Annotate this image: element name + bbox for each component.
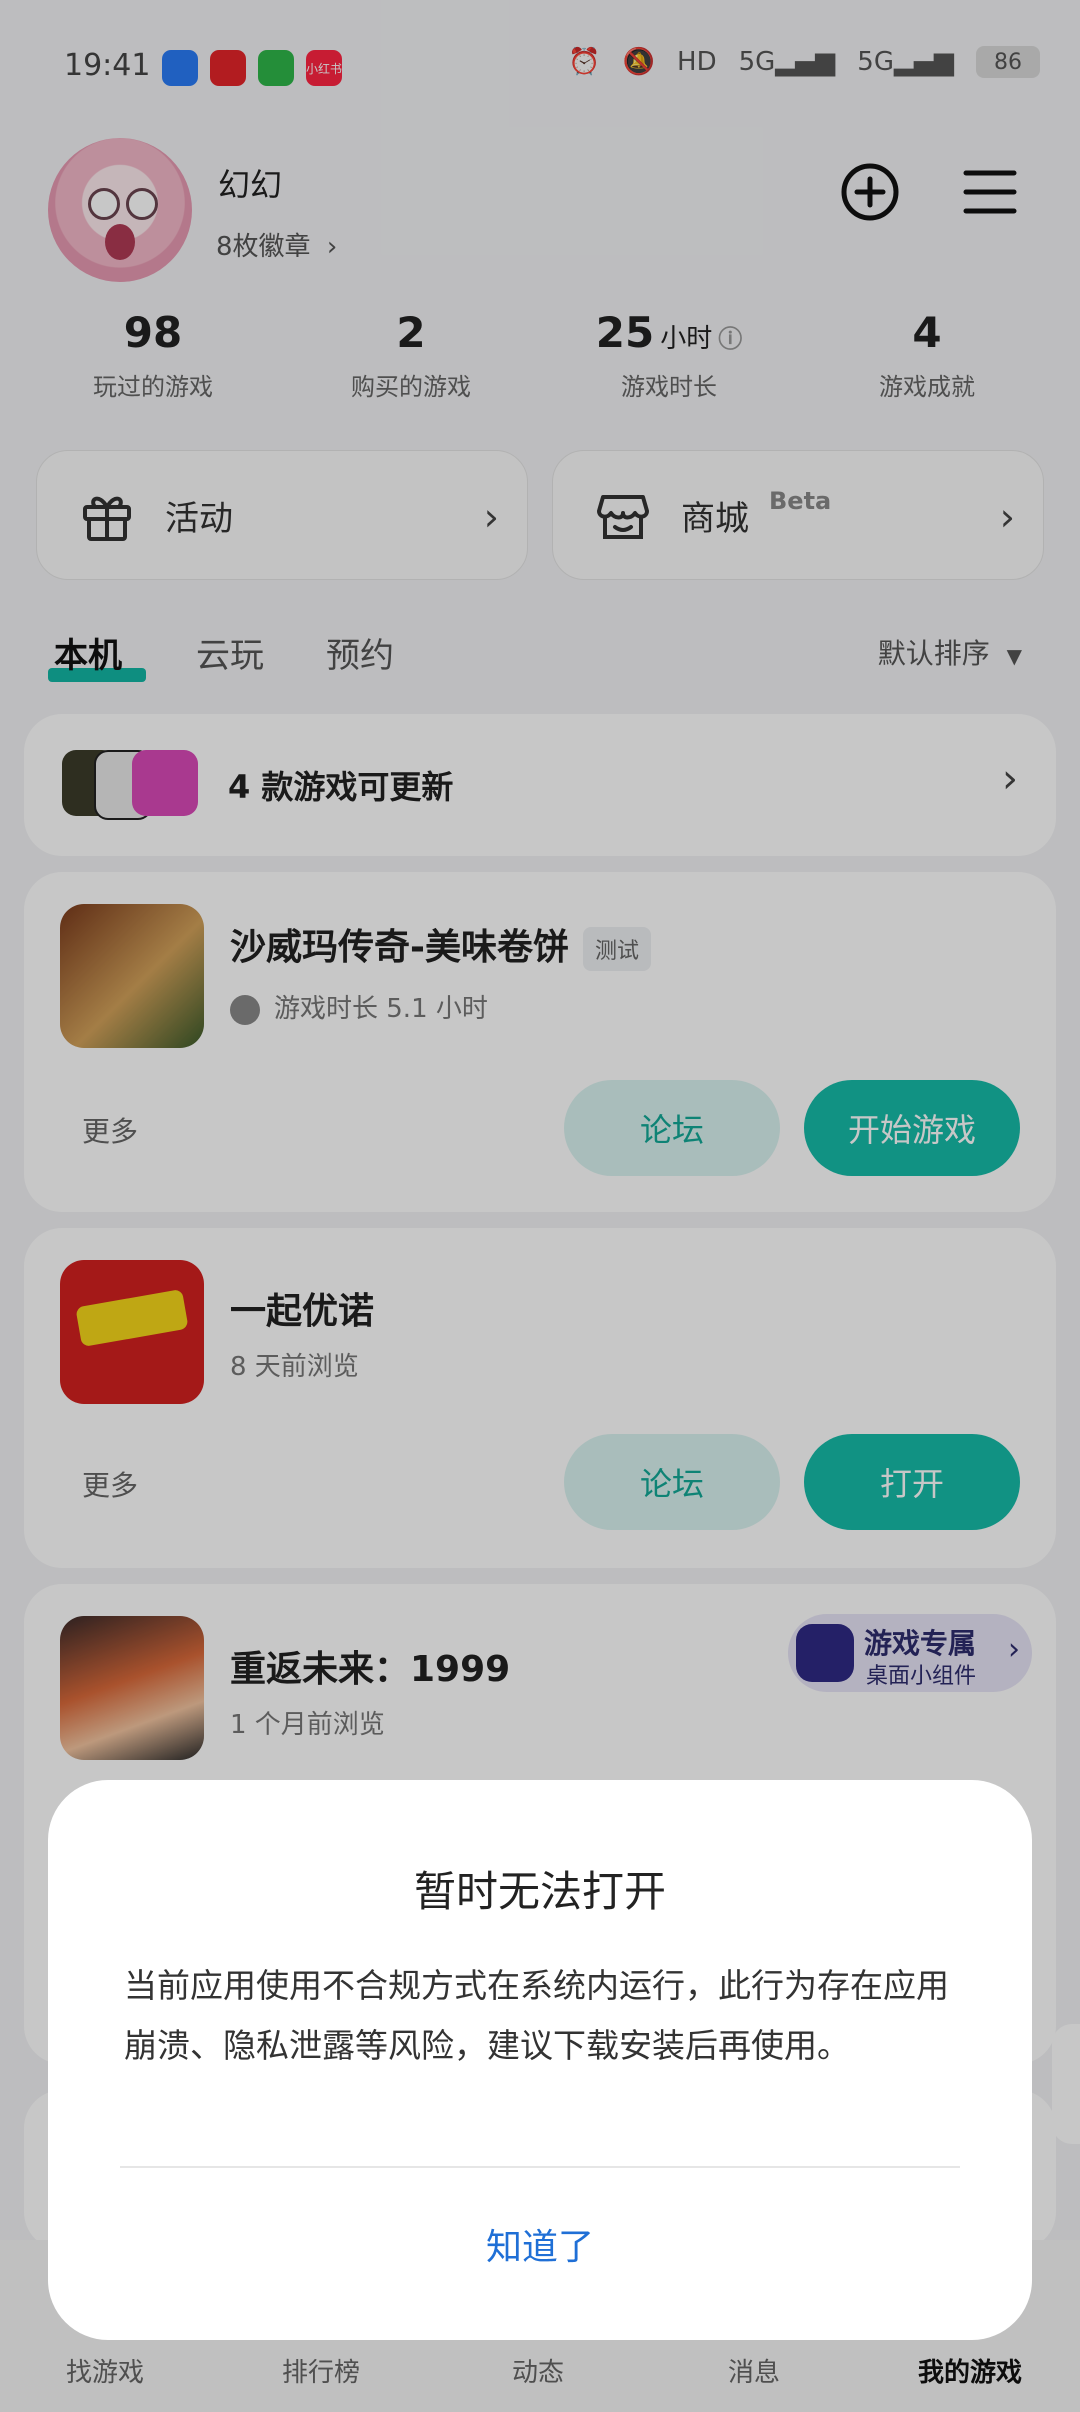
dialog-title: 暂时无法打开 <box>413 1867 666 1916</box>
alert-dialog: 暂时无法打开 当前应用使用不合规方式在系统内运行，此行为存在应用崩溃、隐私泄露等… <box>48 1780 1032 2340</box>
dialog-divider <box>120 2166 960 2168</box>
dialog-message: 当前应用使用不合规方式在系统内运行，此行为存在应用崩溃、隐私泄露等风险，建议下载… <box>124 1966 949 2065</box>
confirm-button[interactable]: 知道了 <box>48 2218 1032 2270</box>
